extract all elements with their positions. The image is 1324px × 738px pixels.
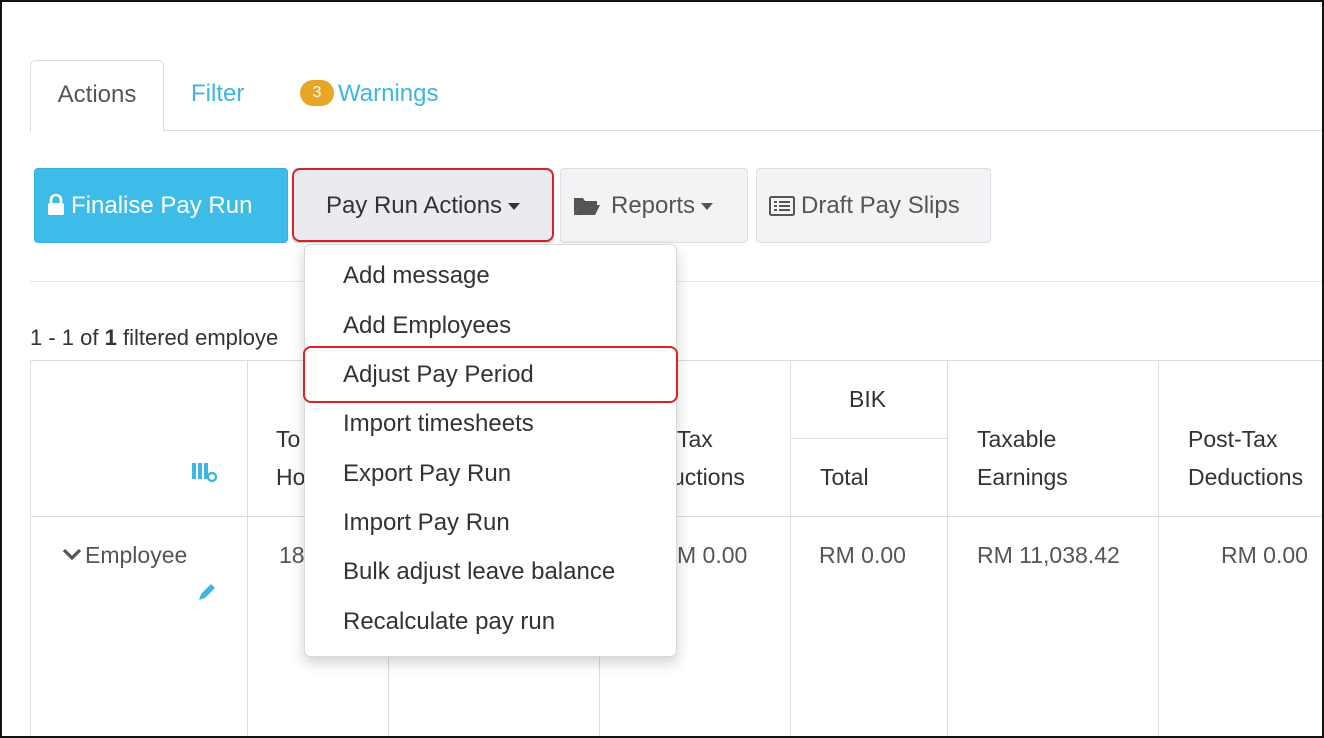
finalise-pay-run-button[interactable]: Finalise Pay Run [34,168,288,243]
column-settings-icon[interactable] [191,461,219,488]
chevron-down-icon [701,203,714,211]
menu-item-export-pay-run[interactable]: Export Pay Run [343,460,511,488]
menu-item-add-employees[interactable]: Add Employees [343,312,511,340]
header-bik-total: Total [820,464,869,490]
count-total: 1 [104,325,117,350]
chevron-down-icon [61,543,85,570]
cell-posttax-deductions: RM 0.00 [1221,542,1308,568]
reports-label: Reports [611,192,696,219]
menu-item-bulk-adjust-leave-balance[interactable]: Bulk adjust leave balance [343,558,615,586]
draft-pay-slips-button[interactable]: Draft Pay Slips [756,168,991,243]
cell-hours: 18 [279,542,305,568]
employee-name: Employee [85,542,188,568]
menu-item-adjust-pay-period[interactable]: Adjust Pay Period [343,361,534,389]
section-divider [30,281,1324,282]
menu-item-recalculate-pay-run[interactable]: Recalculate pay run [343,608,555,636]
col-divider [1158,361,1159,738]
pencil-icon[interactable] [196,581,218,608]
menu-item-import-pay-run[interactable]: Import Pay Run [343,509,510,537]
col-divider [790,361,791,738]
finalise-pay-run-label: Finalise Pay Run [71,192,253,219]
header-tax-line2: uctions [672,464,745,490]
folder-open-icon [573,170,611,243]
count-suffix: filtered employe [116,325,279,350]
tab-actions[interactable]: Actions [30,60,164,132]
pay-run-actions-label: Pay Run Actions [325,192,503,219]
lock-icon [47,170,71,243]
cell-taxable-earnings: RM 11,038.42 [977,542,1120,568]
header-total-hours-line2: Ho [276,464,306,490]
menu-item-import-timesheets[interactable]: Import timesheets [343,410,534,438]
header-bik: BIK [849,386,887,412]
employee-row-toggle[interactable]: Employee [61,542,187,570]
bik-sub-divider [790,438,947,439]
tab-filter[interactable]: Filter [191,60,244,131]
tab-warnings[interactable]: 3 Warnings [300,60,438,131]
header-taxable-line1: Taxable [977,426,1057,452]
col-divider [947,361,948,738]
pay-run-actions-menu: Add message Add Employees Adjust Pay Per… [304,244,677,657]
warnings-count-badge: 3 [300,79,334,106]
filtered-count: 1 - 1 of 1 filtered employe [30,325,278,351]
pay-run-table: To Ho Tax uctions BIK Total Taxable Earn… [30,360,1324,738]
cell-bik-total: RM 0.00 [819,542,906,568]
list-alt-icon [769,170,801,243]
header-posttax-line1: Post-Tax [1188,426,1278,452]
draft-pay-slips-label: Draft Pay Slips [801,192,960,219]
header-total-hours-line1: To [276,426,301,452]
reports-button[interactable]: Reports [560,168,748,243]
count-range: 1 - 1 of [30,325,105,350]
col-divider [247,361,248,738]
header-taxable-line2: Earnings [977,464,1068,490]
tab-bar: Actions Filter 3 Warnings [30,60,1324,132]
chevron-down-icon [508,203,521,211]
pay-run-actions-button[interactable]: Pay Run Actions [293,168,553,243]
header-row-divider [31,516,1324,517]
menu-item-add-message[interactable]: Add message [343,262,490,290]
header-posttax-line2: Deductions [1188,464,1304,490]
cell-tax-deductions: M 0.00 [677,542,748,568]
tab-warnings-label: Warnings [338,80,439,107]
header-tax-line1: Tax [677,426,713,452]
